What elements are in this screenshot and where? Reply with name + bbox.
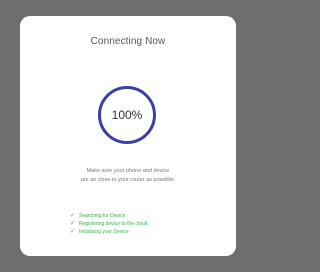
checkmark-icon: ✓ [70, 221, 76, 227]
progress-ring: 100% [98, 86, 156, 144]
step-label: Initializing your Device [79, 229, 129, 235]
dialog-title: Connecting Now [90, 36, 166, 47]
info-message: Make sure your phone and device are as c… [32, 167, 224, 185]
step-label: Registering device to the cloud [79, 221, 148, 227]
info-line: Make sure your phone and device [86, 168, 170, 174]
connecting-dialog: Connecting Now 100% Make sure your phone… [20, 16, 236, 256]
checkmark-icon: ✓ [70, 229, 76, 235]
step-item: ✓ Initializing your Device [70, 228, 147, 236]
checkmark-icon: ✓ [70, 213, 76, 219]
step-label: Searching for Device [79, 213, 126, 219]
step-list: ✓ Searching for Device ✓ Registering dev… [70, 212, 147, 236]
step-item: ✓ Registering device to the cloud [70, 220, 147, 228]
progress-percentage: 100% [111, 108, 143, 122]
info-line: are as close to your router as possible. [80, 177, 176, 183]
step-item: ✓ Searching for Device [70, 212, 147, 220]
